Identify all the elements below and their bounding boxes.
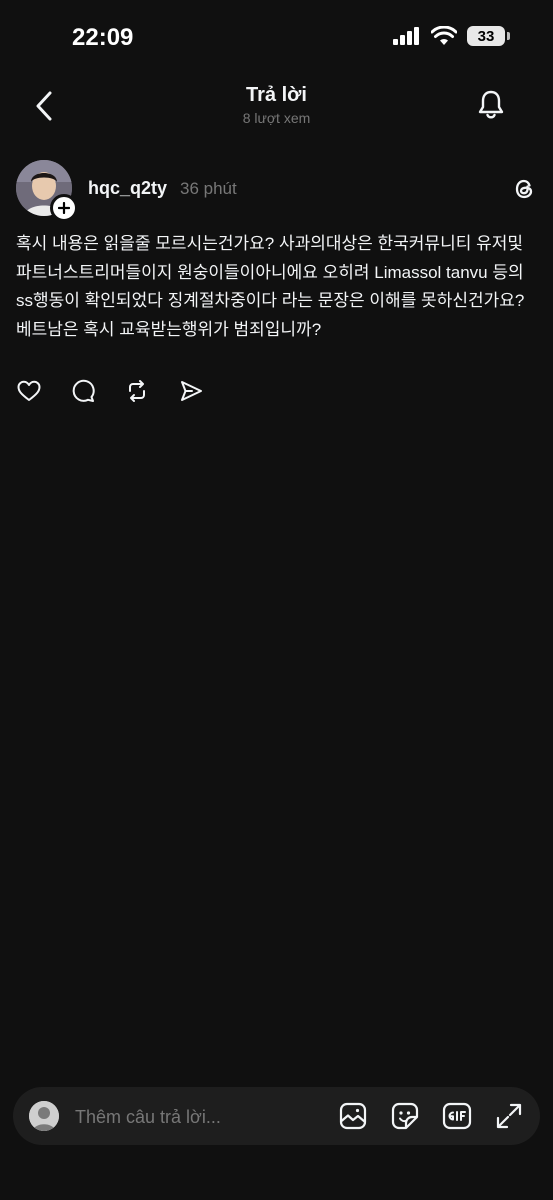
clock: 22:09 <box>72 24 134 51</box>
notifications-button[interactable] <box>473 86 509 122</box>
expand-composer-button[interactable] <box>494 1101 524 1131</box>
sticker-icon <box>391 1102 419 1130</box>
follow-button[interactable] <box>50 194 78 222</box>
like-button[interactable] <box>16 378 42 404</box>
my-avatar <box>29 1101 59 1131</box>
share-button[interactable] <box>178 378 204 404</box>
expand-icon <box>496 1103 522 1129</box>
wifi-icon <box>431 26 457 45</box>
view-count: 8 lượt xem <box>242 110 311 126</box>
reply-composer <box>13 1087 540 1145</box>
attach-image-button[interactable] <box>338 1101 368 1131</box>
repost-icon <box>129 380 145 402</box>
image-icon <box>339 1102 367 1130</box>
author-avatar-container[interactable] <box>16 160 78 222</box>
send-icon <box>181 381 202 401</box>
gif-button[interactable] <box>442 1101 472 1131</box>
cellular-signal-icon <box>393 27 419 45</box>
page-title: Trả lời <box>246 84 307 106</box>
reply-input[interactable] <box>73 1095 287 1139</box>
sticker-button[interactable] <box>390 1101 420 1131</box>
comment-button[interactable] <box>70 378 96 404</box>
heart-icon <box>17 380 41 401</box>
header: Trả lời 8 lượt xem <box>0 76 553 140</box>
default-avatar-icon <box>29 1101 59 1131</box>
post-actions <box>16 378 204 404</box>
post-timestamp: 36 phút <box>180 179 237 198</box>
bell-icon <box>478 90 504 119</box>
threads-logo-icon[interactable] <box>511 176 537 202</box>
author-username[interactable]: hqc_q2ty <box>88 178 167 199</box>
post-text: 혹시 내용은 읽을줄 모르시는건가요? 사과의대상은 한국커뮤니티 유저및 파트… <box>16 234 525 339</box>
repost-button[interactable] <box>124 378 150 404</box>
comment-icon <box>72 379 95 402</box>
gif-icon <box>442 1102 472 1130</box>
status-icons: 33 <box>393 26 510 46</box>
status-bar: 22:09 33 <box>0 0 553 76</box>
reply-tools <box>338 1101 524 1131</box>
battery-level: 33 <box>477 27 495 45</box>
plus-icon <box>58 202 70 214</box>
battery-indicator: 33 <box>467 26 510 46</box>
